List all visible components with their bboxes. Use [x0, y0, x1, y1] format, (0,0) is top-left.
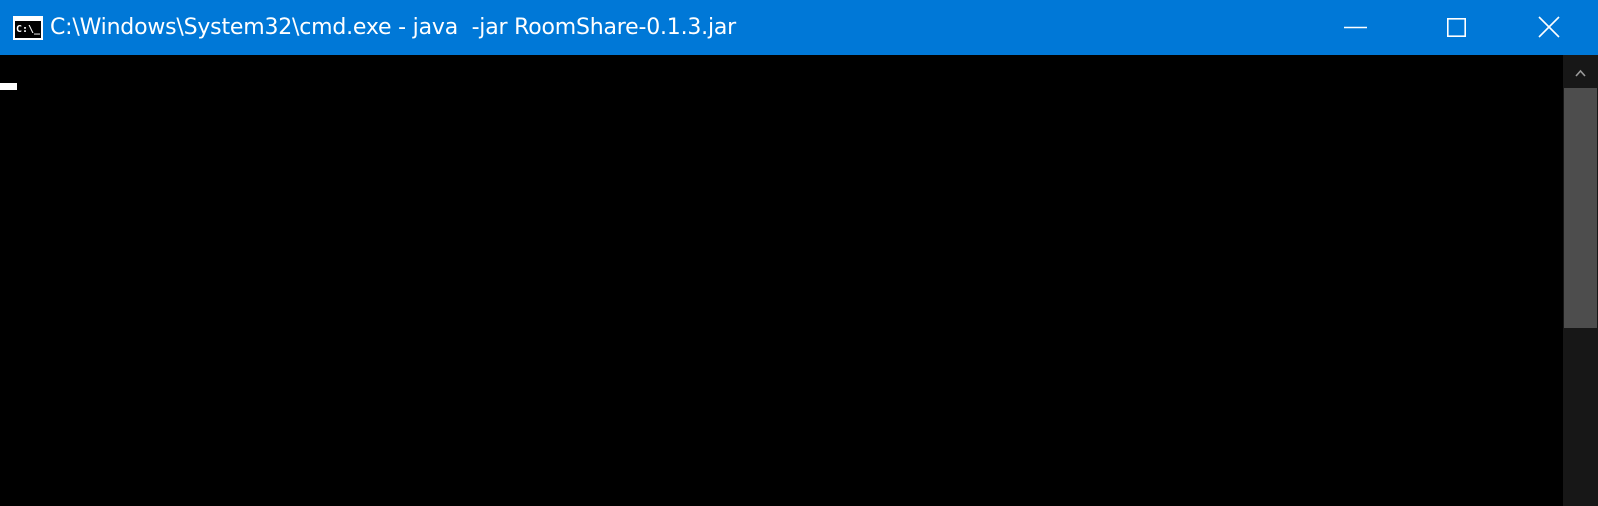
- chevron-up-icon: [1575, 69, 1586, 77]
- minimize-icon: [1344, 26, 1367, 29]
- vertical-scrollbar[interactable]: [1563, 55, 1598, 506]
- title-bar[interactable]: C:\_ C:\Windows\System32\cmd.exe - java …: [0, 0, 1598, 55]
- maximize-icon: [1446, 17, 1466, 37]
- console-output[interactable]: [0, 55, 1563, 506]
- window-title: C:\Windows\System32\cmd.exe - java -jar …: [50, 15, 737, 40]
- close-button[interactable]: [1502, 0, 1598, 55]
- maximize-button[interactable]: [1411, 0, 1502, 55]
- scrollbar-thumb[interactable]: [1564, 88, 1597, 328]
- command-prompt-icon-glyph: C:\_: [15, 21, 41, 38]
- cmd-window: C:\_ C:\Windows\System32\cmd.exe - java …: [0, 0, 1598, 506]
- close-icon: [1538, 16, 1560, 38]
- scroll-up-button[interactable]: [1563, 55, 1598, 88]
- command-prompt-icon[interactable]: C:\_: [13, 16, 43, 40]
- minimize-button[interactable]: [1320, 0, 1411, 55]
- text-cursor: [0, 83, 17, 90]
